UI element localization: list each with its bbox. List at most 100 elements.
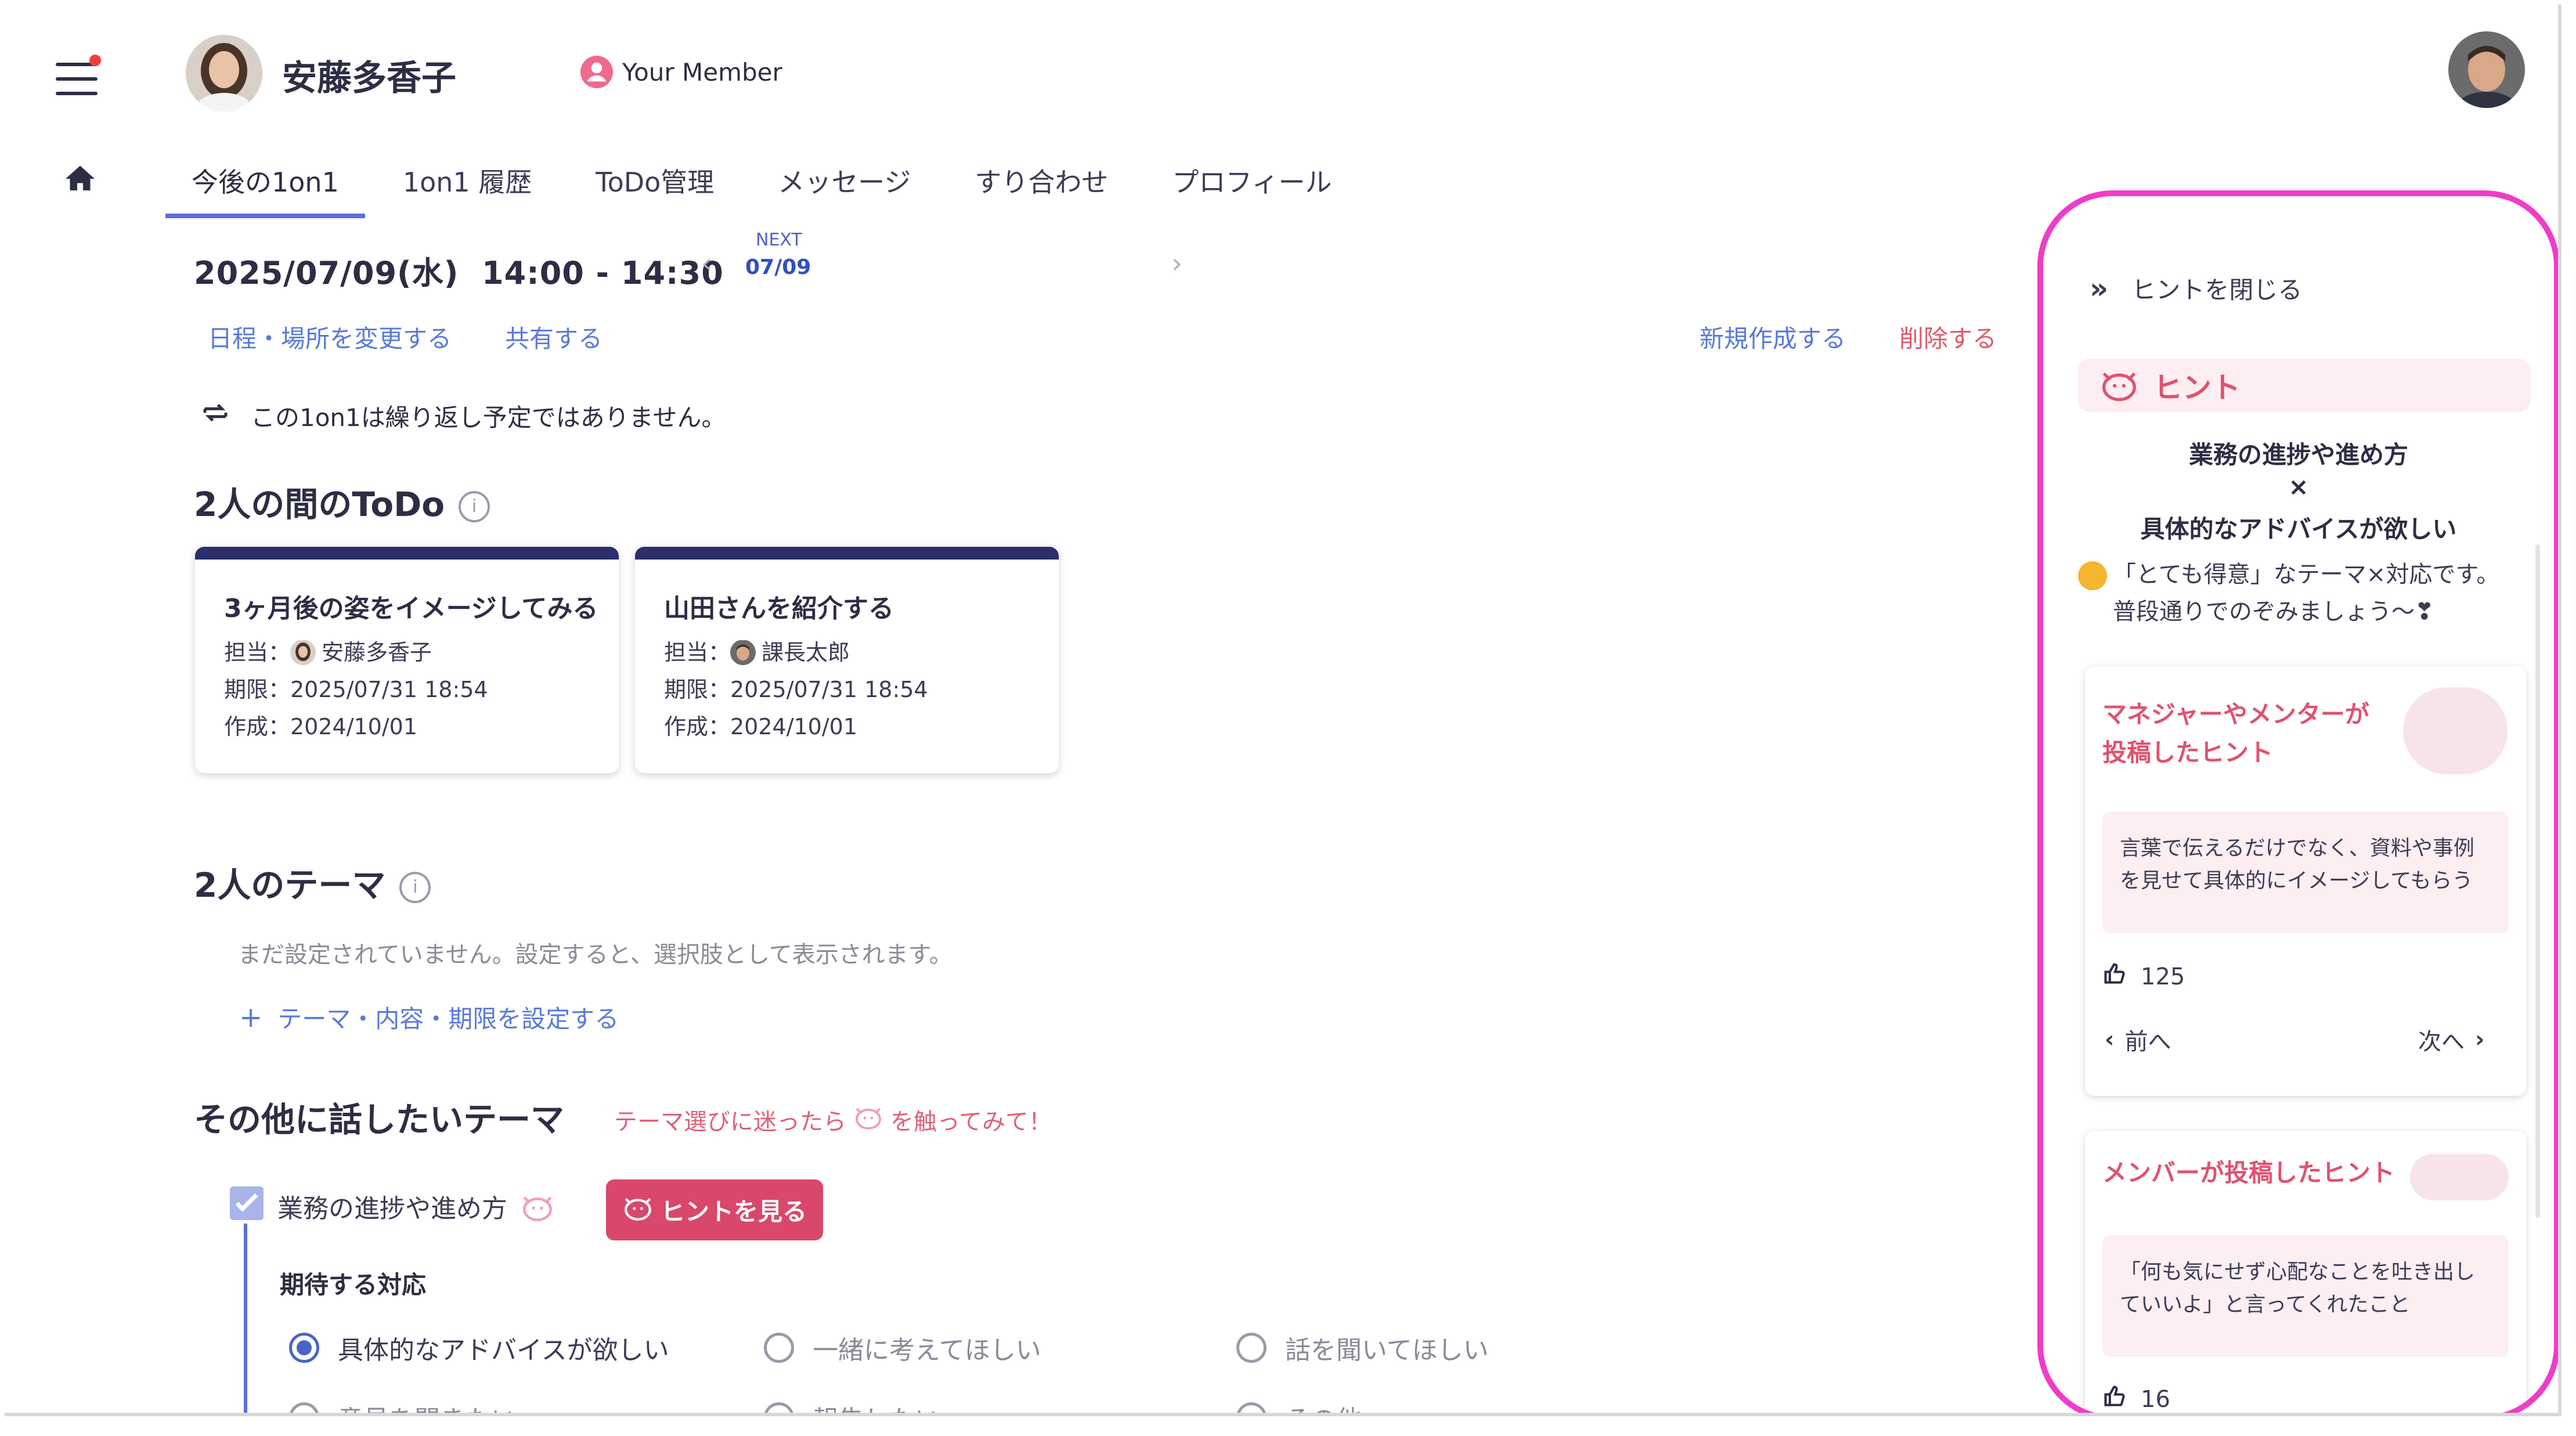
like-button[interactable]: 125 bbox=[2102, 961, 2185, 993]
comment-line-2: 普段通りでのぞみましょう〜❣ bbox=[2113, 598, 2434, 625]
radio[interactable] bbox=[764, 1402, 794, 1413]
repeat-note: この1on1は繰り返し予定ではありません。 bbox=[251, 403, 726, 432]
hint-card-title-line-2: 投稿したヒント bbox=[2102, 738, 2274, 767]
hint-header: ヒント bbox=[2078, 359, 2531, 412]
hint-card-title-line-1: マネジャーやメンターが bbox=[2102, 700, 2369, 728]
scrollbar[interactable] bbox=[2535, 544, 2540, 1218]
option-ask-opinion[interactable]: 意見を聞きたい bbox=[289, 1399, 517, 1413]
chevron-right-icon[interactable]: › bbox=[1171, 247, 1182, 280]
todo-assignee-row: 担当： 課長太郎 bbox=[664, 634, 1030, 671]
like-count: 16 bbox=[2141, 1386, 2170, 1413]
avatar bbox=[290, 640, 316, 665]
tab-messages[interactable]: メッセージ bbox=[778, 161, 911, 218]
radio[interactable] bbox=[1236, 1333, 1267, 1363]
theme-title-text: 2人のテーマ bbox=[194, 865, 386, 905]
member-badge-label: Your Member bbox=[622, 57, 782, 86]
hint-times: × bbox=[2288, 472, 2309, 501]
option-label: 意見を聞きたい bbox=[338, 1399, 517, 1413]
notification-dot bbox=[89, 55, 101, 66]
hint-mascot-icon bbox=[622, 1194, 654, 1226]
info-icon[interactable]: i bbox=[399, 871, 431, 903]
chevron-left-icon[interactable]: ‹ bbox=[701, 247, 712, 280]
view-hint-label: ヒントを見る bbox=[661, 1197, 807, 1226]
member-avatar bbox=[186, 35, 262, 111]
todo-card[interactable]: 山田さんを紹介する 担当： 課長太郎 期限：2025/07/31 18:54 作… bbox=[635, 547, 1059, 773]
hint-mascot-icon bbox=[853, 1104, 883, 1135]
topic-checkbox[interactable] bbox=[230, 1186, 264, 1220]
info-icon[interactable]: i bbox=[459, 490, 490, 522]
assignee-label: 担当： bbox=[664, 640, 731, 665]
tip-pre: テーマ選びに迷ったら bbox=[614, 1109, 846, 1135]
radio[interactable] bbox=[289, 1402, 319, 1413]
todo-created: 作成：2024/10/01 bbox=[224, 714, 418, 739]
new-meeting-link[interactable]: 新規作成する bbox=[1700, 319, 1846, 355]
tab-upcoming-1on1[interactable]: 今後の1on1 bbox=[165, 161, 365, 218]
like-button[interactable]: 16 bbox=[2102, 1384, 2170, 1413]
your-member-badge: Your Member bbox=[580, 56, 782, 88]
radio-selected[interactable] bbox=[289, 1333, 319, 1363]
hint-quote: 言葉で伝えるだけでなく、資料や事例を見せて具体的にイメージしてもらう bbox=[2102, 811, 2509, 933]
prev-label: 前へ bbox=[2124, 1029, 2171, 1055]
hint-card-member: メンバーが投稿したヒント 「何も気にせず心配なことを吐き出していいよ」と言ってく… bbox=[2085, 1131, 2526, 1413]
topic-tip: テーマ選びに迷ったら を触ってみて！ bbox=[614, 1103, 1052, 1136]
comment-text-1: 「とても得意」なテーマ×対応です。 bbox=[2113, 561, 2500, 588]
app-window: 安藤多香子 Your Member 今後の1on1 1on1 履歴 ToDo管理… bbox=[5, 5, 2561, 1416]
option-report[interactable]: 報告したい bbox=[764, 1399, 940, 1413]
view-hint-button[interactable]: ヒントを見る bbox=[606, 1179, 824, 1240]
change-schedule-link[interactable]: 日程・場所を変更する bbox=[208, 319, 452, 355]
option-label: 報告したい bbox=[813, 1399, 940, 1413]
close-hint-button[interactable]: » ヒントを閉じる bbox=[2090, 270, 2302, 306]
hint-mascot-icon bbox=[520, 1192, 555, 1224]
todo-due: 期限：2025/07/31 18:54 bbox=[664, 677, 928, 702]
theme-section-title: 2人のテーマ i bbox=[194, 858, 431, 907]
other-topics-title: その他に話したいテーマ bbox=[194, 1100, 565, 1139]
option-other[interactable]: その他 bbox=[1236, 1399, 1362, 1413]
todo-card[interactable]: 3ヶ月後の姿をイメージしてみる 担当： 安藤多香子 期限：2025/07/31 … bbox=[195, 547, 619, 773]
member-name: 安藤多香子 bbox=[282, 58, 456, 99]
current-user-avatar[interactable] bbox=[2448, 31, 2525, 108]
meeting-datetime: 2025/07/09(水) 14:00 - 14:30 bbox=[194, 255, 724, 291]
next-label: NEXT bbox=[756, 230, 802, 250]
hint-card-manager: マネジャーやメンターが 投稿したヒント 言葉で伝えるだけでなく、資料や事例を見せ… bbox=[2085, 666, 2526, 1096]
add-theme-label: テーマ・内容・期限を設定する bbox=[277, 1005, 619, 1033]
home-icon[interactable] bbox=[63, 161, 98, 196]
hint-card-title: メンバーが投稿したヒント bbox=[2102, 1159, 2395, 1187]
close-hint-label: ヒントを閉じる bbox=[2131, 276, 2303, 304]
option-label: 具体的なアドバイスが欲しい bbox=[338, 1336, 669, 1365]
todo-section-title: 2人の間のToDo i bbox=[194, 477, 490, 526]
delete-link[interactable]: 削除する bbox=[1899, 319, 1997, 355]
prev-hint-button[interactable]: ‹ 前へ bbox=[2105, 1023, 2171, 1056]
todo-assignee-row: 担当： 安藤多香子 bbox=[224, 634, 590, 671]
repeat-icon bbox=[200, 397, 231, 434]
radio[interactable] bbox=[764, 1333, 794, 1363]
tab-bar: 今後の1on1 1on1 履歴 ToDo管理 メッセージ すり合わせ プロフィー… bbox=[165, 161, 1395, 218]
user-icon bbox=[580, 56, 613, 88]
radio[interactable] bbox=[1236, 1402, 1267, 1413]
tab-1on1-history[interactable]: 1on1 履歴 bbox=[403, 161, 532, 218]
menu-icon[interactable] bbox=[56, 55, 101, 95]
hint-comment: 「とても得意」なテーマ×対応です。 普段通りでのぞみましょう〜❣ bbox=[2078, 556, 2499, 630]
next-hint-button[interactable]: 次へ › bbox=[2418, 1023, 2484, 1056]
avatar bbox=[730, 640, 756, 665]
tab-profile[interactable]: プロフィール bbox=[1172, 161, 1332, 218]
hint-panel: » ヒントを閉じる ヒント 業務の進捗や進め方 × 具体的なアドバイスが欲しい … bbox=[2037, 190, 2558, 1413]
todo-created: 作成：2024/10/01 bbox=[664, 714, 858, 739]
next-label: 次へ bbox=[2418, 1029, 2465, 1055]
add-theme-link[interactable]: + テーマ・内容・期限を設定する bbox=[239, 1000, 619, 1035]
next-date[interactable]: 07/09 bbox=[745, 255, 811, 279]
tab-alignment[interactable]: すり合わせ bbox=[975, 161, 1108, 218]
thumbs-up-icon bbox=[2102, 1384, 2128, 1413]
hint-mascot-icon bbox=[2099, 367, 2140, 403]
tab-todo[interactable]: ToDo管理 bbox=[596, 161, 714, 218]
share-link[interactable]: 共有する bbox=[505, 319, 602, 355]
theme-empty-note: まだ設定されていません。設定すると、選択肢として表示されます。 bbox=[238, 941, 953, 968]
repeat-notice: この1on1は繰り返し予定ではありません。 bbox=[200, 397, 726, 434]
option-specific-advice[interactable]: 具体的なアドバイスが欲しい bbox=[289, 1329, 669, 1366]
topic-label: 業務の進捗や進め方 bbox=[277, 1194, 507, 1224]
option-label: その他 bbox=[1285, 1399, 1362, 1413]
tip-post: を触ってみて！ bbox=[890, 1109, 1052, 1135]
assignee-name: 課長太郎 bbox=[762, 640, 850, 665]
hint-need: 具体的なアドバイスが欲しい bbox=[2140, 515, 2457, 543]
option-think-together[interactable]: 一緒に考えてほしい bbox=[764, 1329, 1041, 1366]
option-listen[interactable]: 話を聞いてほしい bbox=[1236, 1329, 1489, 1366]
